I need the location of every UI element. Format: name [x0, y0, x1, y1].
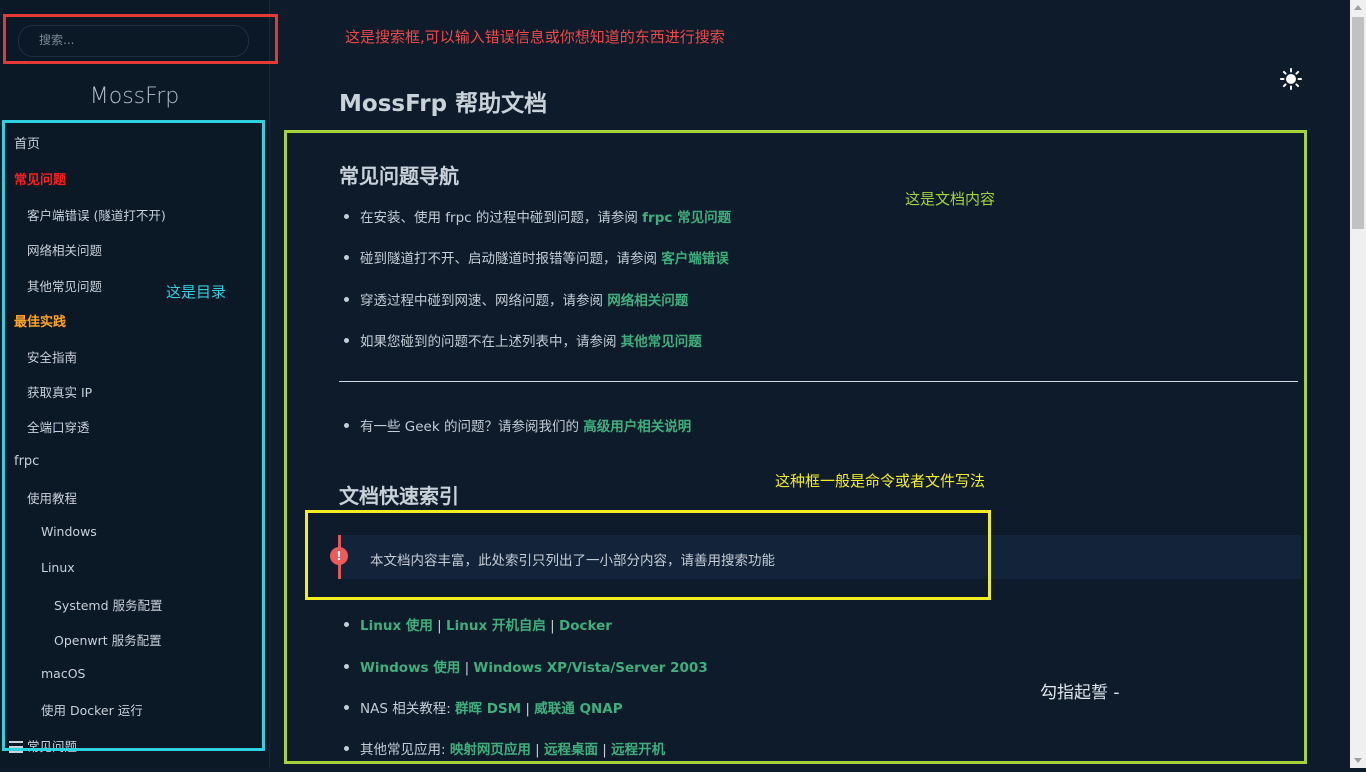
annotation-code-box	[305, 510, 991, 600]
annotation-code-label: 这种框一般是命令或者文件写法	[775, 472, 986, 490]
scrollbar[interactable]	[1350, 0, 1366, 768]
annotation-search-box	[3, 14, 278, 64]
scroll-down-arrow-icon[interactable]	[1350, 752, 1366, 768]
annotation-toc-label: 这是目录	[166, 283, 227, 301]
sun-icon[interactable]	[1280, 68, 1302, 90]
annotation-toc-box	[2, 120, 265, 751]
annotation-content-box	[284, 130, 1307, 764]
scroll-thumb[interactable]	[1352, 17, 1364, 229]
scroll-up-arrow-icon[interactable]	[1350, 0, 1366, 16]
site-brand[interactable]: MossFrp	[0, 84, 269, 109]
page-title: MossFrp 帮助文档	[339, 91, 548, 117]
annotation-search-label: 这是搜索框,可以输入错误信息或你想知道的东西进行搜索	[345, 28, 725, 46]
annotation-content-label: 这是文档内容	[905, 190, 996, 208]
